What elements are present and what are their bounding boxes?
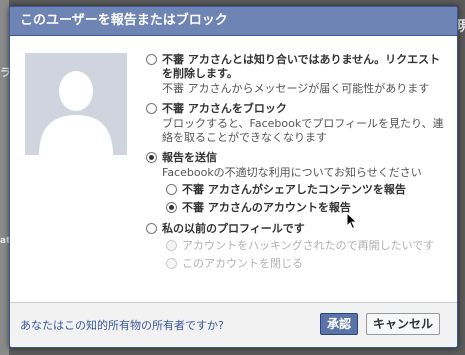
option-block[interactable]: 不審 アカさんをブロック ブロックすると、Facebookでプロフィールを見たり… — [146, 102, 451, 145]
mouse-cursor-icon — [346, 211, 358, 234]
radio-send-report[interactable] — [146, 152, 157, 163]
confirm-button[interactable]: 承認 — [320, 313, 359, 335]
radio-hacked-disabled — [166, 240, 177, 251]
radio-my-old-profile[interactable] — [146, 223, 157, 234]
radio-report-content[interactable] — [166, 184, 177, 195]
radio-close-account-disabled — [166, 258, 177, 269]
default-avatar-icon — [25, 53, 127, 155]
options-list: 不審 アカさんとは知り合いではありません。リクエストを削除します。 不審 アカさ… — [146, 53, 451, 278]
cancel-button[interactable]: キャンセル — [366, 313, 441, 335]
option-title: 私の以前のプロフィールです — [162, 222, 305, 235]
ip-owner-link[interactable]: あなたはこの知的所有物の所有者ですか? — [20, 317, 224, 333]
suboption-report-account[interactable]: 不審 アカさんのアカウントを報告 — [166, 200, 451, 216]
suboption-label: 不審 アカさんがシェアしたコンテンツを報告 — [182, 183, 406, 196]
dialog-footer: あなたはこの知的所有物の所有者ですか? 承認 キャンセル — [10, 302, 457, 347]
suboption-label: アカウントをハッキングされたので再開したいです — [182, 239, 435, 252]
option-my-old-profile[interactable]: 私の以前のプロフィールです アカウントをハッキングされたので再開したいです この… — [146, 222, 451, 272]
suboption-hacked: アカウントをハッキングされたので再開したいです — [166, 238, 451, 254]
option-desc: Facebookの不適切な利用についてお知らせください — [162, 166, 422, 179]
suboption-label: このアカウントを閉じる — [182, 257, 303, 270]
radio-block[interactable] — [146, 103, 157, 114]
option-title: 報告を送信 — [162, 151, 217, 164]
dialog-title: このユーザーを報告またはブロック — [10, 7, 457, 36]
option-desc: ブロックすると、Facebookでプロフィールを見たり、連絡を取ることができなく… — [162, 117, 444, 144]
option-title: 不審 アカさんをブロック — [162, 102, 287, 115]
option-send-report[interactable]: 報告を送信 Facebookの不適切な利用についてお知らせください 不審 アカさ… — [146, 151, 451, 216]
suboption-close-account: このアカウントを閉じる — [166, 256, 451, 272]
suboption-report-content[interactable]: 不審 アカさんがシェアしたコンテンツを報告 — [166, 182, 451, 198]
radio-report-account[interactable] — [166, 202, 177, 213]
report-block-dialog: このユーザーを報告またはブロック 不審 アカさんとは知り合いではありません。リク… — [9, 6, 458, 348]
option-title: 不審 アカさんとは知り合いではありません。リクエストを削除します。 — [162, 53, 441, 80]
option-desc: 不審 アカさんからメッセージが届く可能性があります — [162, 82, 430, 95]
suboption-label: 不審 アカさんのアカウントを報告 — [182, 201, 351, 214]
option-not-acquaintance[interactable]: 不審 アカさんとは知り合いではありません。リクエストを削除します。 不審 アカさ… — [146, 53, 451, 96]
background-page-strip — [0, 0, 9, 355]
radio-not-acquaintance[interactable] — [146, 54, 157, 65]
